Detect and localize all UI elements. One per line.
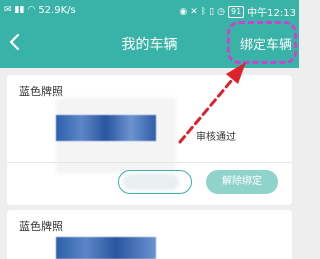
eye-icon: ◉ (179, 6, 188, 17)
mute-icon: ✕ (190, 6, 198, 17)
redacted-plate (56, 237, 156, 259)
redacted-text (123, 174, 179, 190)
notification-icon: ✉ (4, 5, 12, 15)
divider (7, 162, 292, 163)
bluetooth-icon: ᛒ (200, 6, 207, 17)
plate-type-label: 蓝色牌照 (19, 85, 63, 98)
net-speed: 52.9K/s (38, 4, 76, 16)
signal-icon: ▮▮ (14, 5, 25, 15)
wifi-icon: ◠ (27, 5, 36, 15)
status-bar: ✉ ▮▮ ◠ 52.9K/s ◉ ✕ ᛒ ▯ ◷ 91 中午12:13 (0, 0, 299, 20)
alarm-icon: ◷ (217, 6, 225, 17)
vibrate-icon: ▯ (209, 6, 215, 17)
clock: 中午12:13 (247, 8, 296, 19)
plate-type-label: 蓝色牌照 (19, 220, 63, 233)
screen: ✉ ▮▮ ◠ 52.9K/s ◉ ✕ ᛒ ▯ ◷ 91 中午12:13 我的车辆… (0, 0, 299, 259)
battery-icon: 91 (227, 5, 245, 18)
highlight-annotation (227, 21, 297, 64)
review-status: 审核通过 (196, 132, 236, 143)
redacted-plate (56, 115, 156, 141)
unbind-button[interactable]: 解除绑定 (206, 170, 278, 194)
